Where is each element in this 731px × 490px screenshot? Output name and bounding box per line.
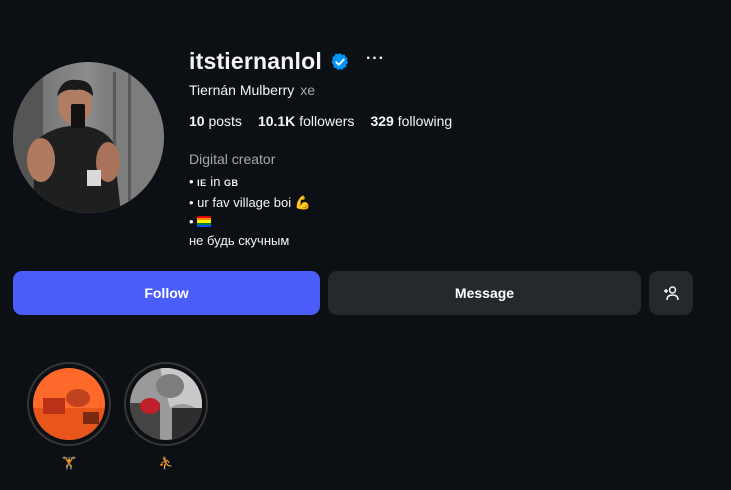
posts-count: 10	[189, 113, 205, 129]
bio-line-1: • IE in GB	[189, 172, 311, 193]
bio-line-3: •	[189, 212, 311, 231]
full-name-row: Tiernán Mulberry xe	[189, 82, 315, 98]
following-stat[interactable]: 329 following	[370, 113, 452, 129]
following-label: following	[397, 113, 453, 129]
verified-badge-icon	[331, 52, 349, 70]
posts-label: posts	[208, 113, 242, 129]
followers-label: followers	[299, 113, 355, 129]
highlight-cover	[130, 368, 202, 440]
bio-bullet: •	[189, 214, 198, 229]
posts-stat: 10 posts	[189, 113, 242, 129]
story-highlight[interactable]: 🏋	[26, 362, 112, 470]
bio-ie: IE	[197, 178, 207, 188]
highlight-ring	[124, 362, 208, 446]
highlight-label: 🏋	[61, 456, 77, 470]
bio-gb: GB	[224, 178, 239, 188]
followers-stat[interactable]: 10.1K followers	[258, 113, 355, 129]
profile-avatar[interactable]	[13, 62, 164, 213]
bio-in: in	[206, 174, 225, 189]
category: Digital creator	[189, 151, 276, 167]
pronouns: xe	[300, 82, 316, 98]
suggest-accounts-button[interactable]	[649, 271, 693, 315]
add-user-icon	[664, 286, 679, 301]
highlight-ring	[27, 362, 111, 446]
message-button[interactable]: Message	[328, 271, 641, 315]
story-highlight[interactable]: ⛹	[123, 362, 209, 470]
username: itstiernanlol	[189, 48, 322, 74]
bio-bullet: •	[189, 174, 198, 189]
followers-count: 10.1K	[257, 113, 296, 129]
full-name: Tiernán Mulberry	[189, 82, 295, 98]
profile-stats: 10 posts 10.1K followers 329 following	[189, 113, 452, 129]
avatar-image	[13, 62, 164, 213]
bio-line-4: не будь скучным	[189, 233, 290, 248]
bio: • IE in GB • ur fav village boi 💪 • не б…	[189, 172, 311, 250]
following-count: 329	[370, 113, 394, 129]
username-row: itstiernanlol ···	[189, 48, 385, 75]
highlight-label: ⛹	[158, 456, 174, 470]
follow-button[interactable]: Follow	[13, 271, 320, 315]
rainbow-flag-icon	[197, 216, 212, 227]
highlight-cover	[33, 368, 105, 440]
bio-line-2: • ur fav village boi 💪	[189, 195, 311, 210]
more-options-icon[interactable]: ···	[366, 50, 385, 67]
